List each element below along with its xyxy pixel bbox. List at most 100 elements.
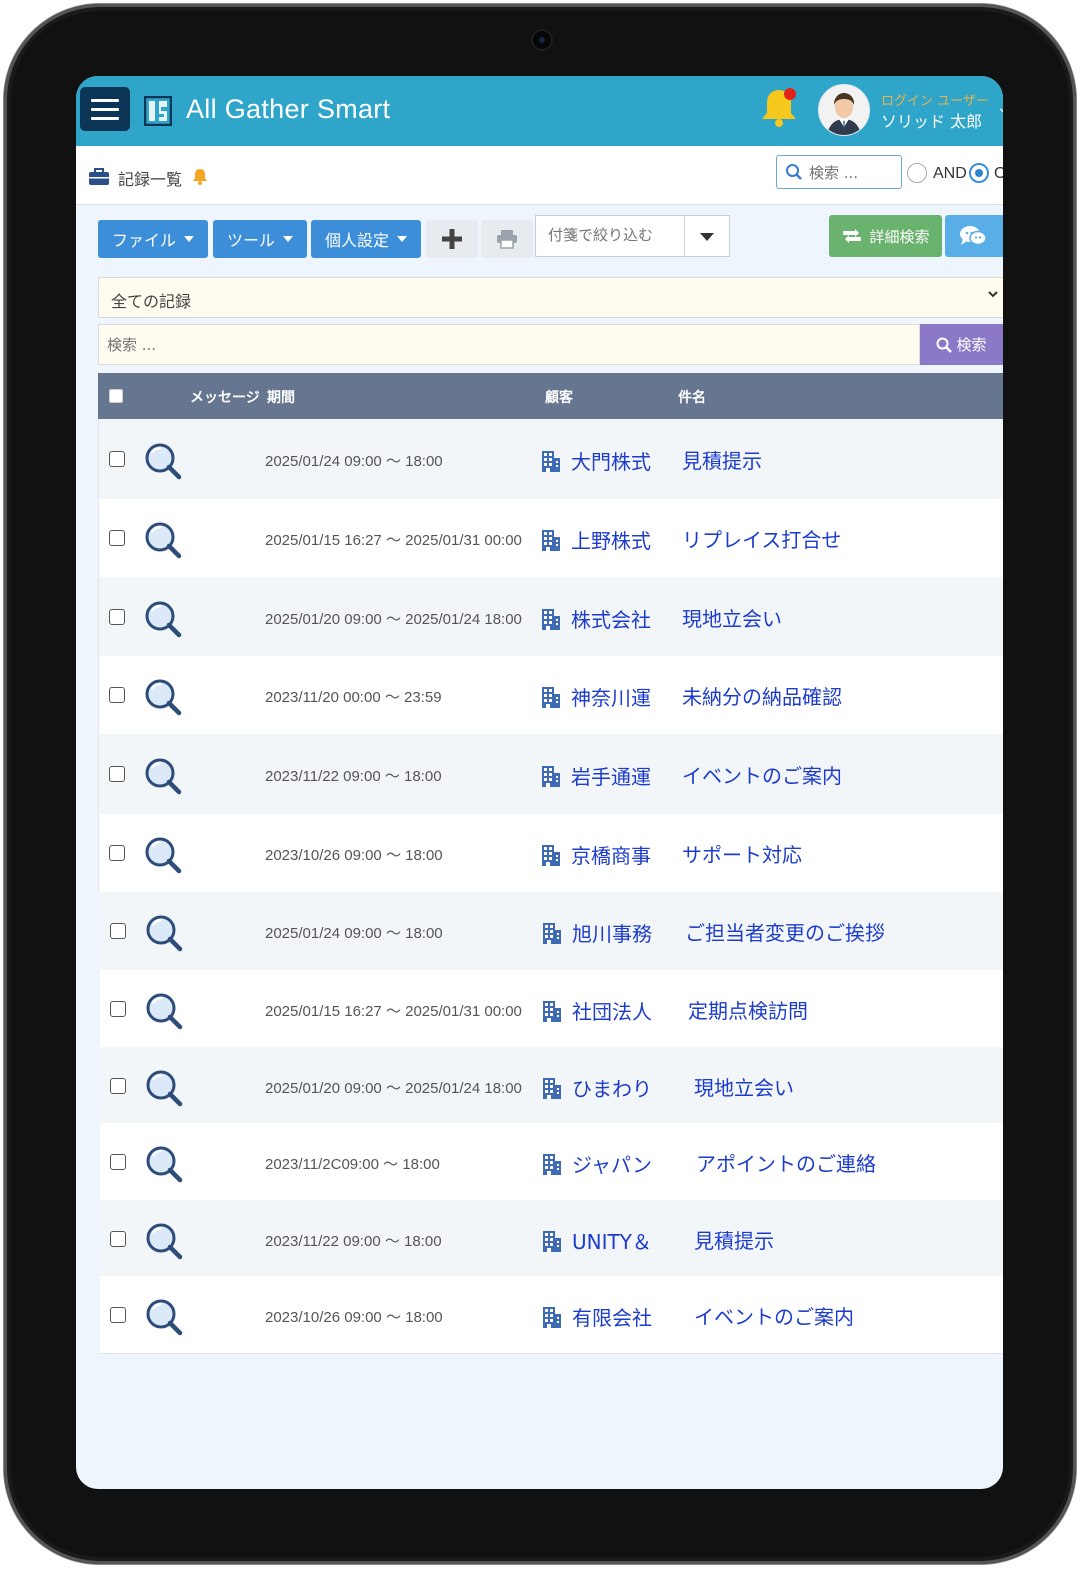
column-message[interactable]: メッセージ (190, 387, 260, 407)
chat-button[interactable] (945, 215, 1003, 257)
row-customer-link[interactable]: 岩手通運 (571, 761, 651, 790)
table-row[interactable]: 2023/11/2C09:00 〜 18:00 ジャパン アポイントのご連絡 (100, 1123, 1003, 1201)
search-icon (936, 337, 953, 353)
file-menu-button[interactable]: ファイル (98, 220, 208, 258)
record-scope-select[interactable]: 全ての記録 (98, 277, 1003, 318)
row-checkbox[interactable] (109, 530, 125, 546)
row-subject-link[interactable]: イベントのご案内 (694, 1301, 854, 1330)
radio-or[interactable] (969, 163, 989, 183)
table-row[interactable]: 2025/01/15 16:27 〜 2025/01/31 00:00 社団法人 定… (100, 970, 1003, 1048)
print-button[interactable] (481, 220, 533, 258)
search-icon[interactable] (144, 1144, 184, 1184)
row-customer-link[interactable]: 社団法人 (572, 996, 652, 1025)
row-customer-link[interactable]: ひまわり (572, 1073, 652, 1102)
search-icon[interactable] (144, 1297, 184, 1337)
search-icon[interactable] (143, 520, 183, 560)
row-subject-link[interactable]: サポート対応 (682, 839, 802, 868)
row-checkbox[interactable] (109, 845, 125, 861)
row-checkbox[interactable] (109, 451, 125, 467)
user-name[interactable]: ソリッド 太郎 (881, 108, 982, 132)
hamburger-line (91, 116, 119, 120)
row-subject-link[interactable]: 未納分の納品確認 (682, 681, 842, 710)
search-icon[interactable] (144, 991, 184, 1031)
caret-down-icon[interactable] (700, 233, 714, 241)
row-checkbox[interactable] (109, 766, 125, 782)
row-checkbox[interactable] (110, 1231, 126, 1247)
table-row[interactable]: 2023/10/26 09:00 〜 18:00 京橋商事 サポート対応 (98, 814, 1003, 892)
record-search-input[interactable] (105, 335, 889, 355)
row-checkbox[interactable] (110, 1001, 126, 1017)
row-checkbox[interactable] (110, 1307, 126, 1323)
column-customer[interactable]: 顧客 (545, 387, 573, 407)
record-search-field[interactable] (98, 324, 920, 365)
row-subject-link[interactable]: イベントのご案内 (682, 760, 842, 789)
tag-filter-select[interactable] (535, 215, 730, 257)
row-customer-link[interactable]: 株式会社 (571, 604, 651, 633)
table-row[interactable]: 2025/01/24 09:00 〜 18:00 大門株式 見積提示 (98, 420, 1003, 498)
table-row[interactable]: 2023/10/26 09:00 〜 18:00 有限会社 イベントのご案内 (100, 1276, 1003, 1354)
table-row[interactable]: 2025/01/20 09:00 〜 2025/01/24 18:00 ひまわり 現… (100, 1047, 1003, 1125)
row-subject-link[interactable]: 現地立会い (694, 1072, 794, 1101)
quick-search-input[interactable] (807, 160, 899, 186)
advanced-search-button[interactable]: 詳細検索 (829, 215, 942, 257)
search-icon[interactable] (144, 913, 184, 953)
row-customer-link[interactable]: 京橋商事 (571, 840, 651, 869)
personal-settings-button[interactable]: 個人設定 (311, 220, 421, 258)
row-subject-link[interactable]: 見積提示 (682, 445, 762, 474)
column-subject[interactable]: 件名 (678, 387, 706, 407)
bell-icon[interactable] (191, 167, 209, 185)
search-button[interactable]: 検索 (920, 324, 1003, 365)
advanced-search-label: 詳細検索 (869, 227, 930, 246)
search-icon[interactable] (144, 1068, 184, 1108)
row-customer-link[interactable]: 神奈川運 (571, 682, 651, 711)
tag-filter-input[interactable] (546, 225, 680, 245)
hamburger-icon (91, 98, 119, 102)
row-checkbox[interactable] (110, 1154, 126, 1170)
table-row[interactable]: 2025/01/20 09:00 〜 2025/01/24 18:00 株式会社 現… (98, 578, 1003, 656)
row-subject-link[interactable]: ご担当者変更のご挨拶 (685, 917, 885, 946)
row-customer-link[interactable]: 大門株式 (571, 446, 651, 475)
search-icon[interactable] (143, 599, 183, 639)
search-icon[interactable] (143, 756, 183, 796)
radio-or-label: O (994, 165, 1003, 182)
table-row[interactable]: 2025/01/24 09:00 〜 18:00 旭川事務 ご担当者変更のご挨拶 (100, 892, 1003, 970)
tool-menu-button[interactable]: ツール (213, 220, 307, 258)
row-customer-link[interactable]: ジャパン (572, 1149, 652, 1178)
add-button[interactable] (426, 220, 478, 258)
row-customer-link[interactable]: 有限会社 (572, 1302, 652, 1331)
search-icon[interactable] (143, 835, 183, 875)
menu-button[interactable] (80, 87, 130, 131)
quick-search-field[interactable] (776, 155, 902, 189)
row-checkbox[interactable] (110, 1078, 126, 1094)
bell-icon[interactable] (757, 85, 801, 129)
row-checkbox[interactable] (109, 687, 125, 703)
row-customer-link[interactable]: UNITY＆ (572, 1226, 652, 1255)
table-row[interactable]: 2023/11/22 09:00 〜 18:00 UNITY＆ 見積提示 (100, 1200, 1003, 1278)
radio-and[interactable] (907, 163, 927, 183)
building-icon (542, 530, 560, 551)
row-period: 2023/11/2C09:00 〜 18:00 (265, 1156, 440, 1173)
building-icon (543, 1078, 561, 1099)
row-checkbox[interactable] (109, 609, 125, 625)
row-customer-link[interactable]: 旭川事務 (572, 918, 652, 947)
row-subject-link[interactable]: リプレイス打合せ (682, 524, 841, 553)
row-customer-link[interactable]: 上野株式 (571, 525, 651, 554)
search-icon[interactable] (143, 677, 183, 717)
search-icon[interactable] (143, 441, 183, 481)
row-subject-link[interactable]: 定期点検訪問 (688, 995, 808, 1024)
table-row[interactable]: 2023/11/22 09:00 〜 18:00 岩手通運 イベントのご案内 (98, 735, 1003, 813)
column-period[interactable]: 期間 (267, 387, 295, 407)
row-checkbox[interactable] (110, 923, 126, 939)
row-subject-link[interactable]: 現地立会い (682, 603, 782, 632)
row-subject-link[interactable]: アポイントのご連絡 (696, 1148, 876, 1177)
search-icon[interactable] (144, 1221, 184, 1261)
chevron-down-icon[interactable]: ⌄ (997, 100, 1003, 116)
divider (684, 216, 685, 256)
select-all-checkbox[interactable] (109, 389, 123, 403)
building-icon (542, 845, 560, 866)
row-subject-link[interactable]: 見積提示 (694, 1225, 774, 1254)
tool-menu-label: ツール (226, 231, 275, 250)
table-row[interactable]: 2023/11/20 00:00 〜 23:59 神奈川運 未納分の納品確認 (98, 656, 1003, 734)
user-avatar[interactable] (818, 84, 870, 136)
table-row[interactable]: 2025/01/15 16:27 〜 2025/01/31 00:00 上野株式 リ… (98, 499, 1003, 577)
